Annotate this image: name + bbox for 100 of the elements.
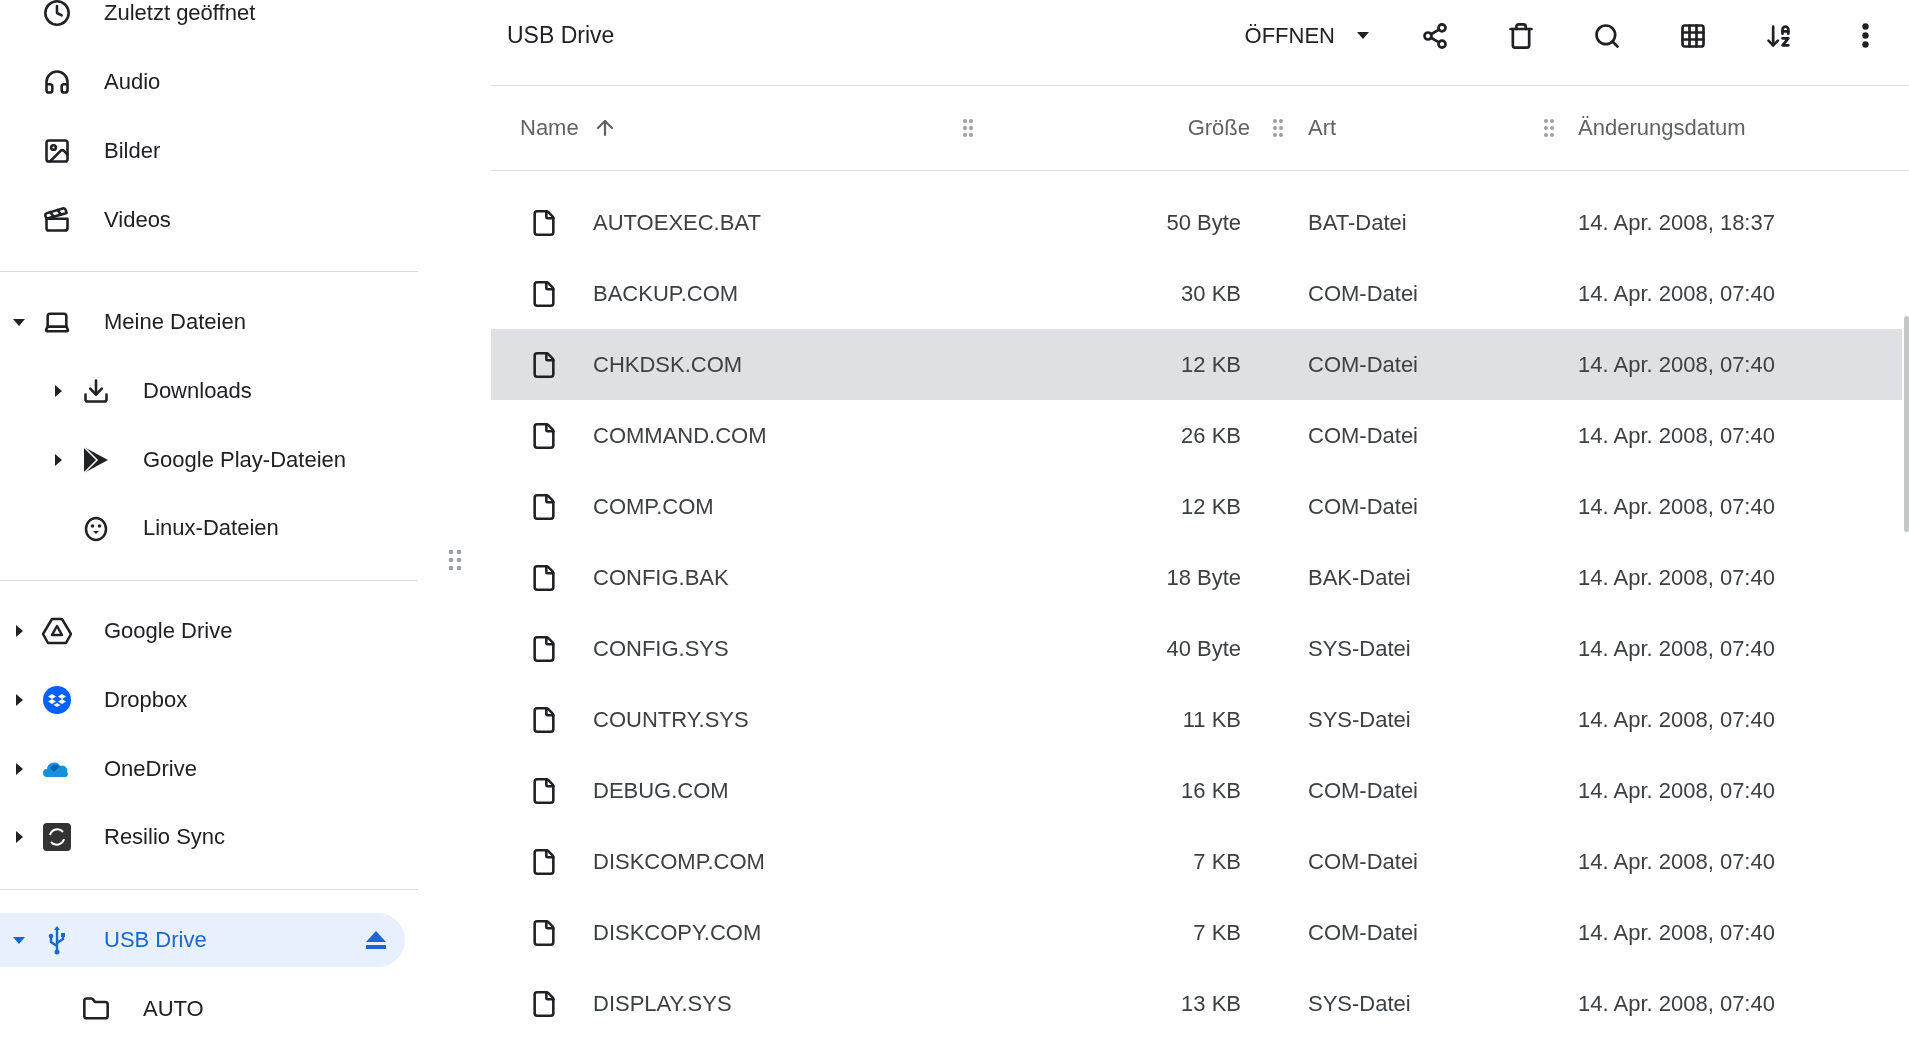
file-type: COM-Datei xyxy=(1307,280,1419,307)
file-size: 30 KB xyxy=(1180,280,1241,307)
file-size: 12 KB xyxy=(1180,351,1241,378)
file-row[interactable]: DISPLAY.SYS 13 KB SYS-Datei 14. Apr. 2008, 07:40 xyxy=(491,968,1902,1039)
file-row[interactable]: AUTOEXEC.BAT 50 Byte BAT-Datei 14. Apr. 2008, 18:37 xyxy=(491,187,1902,258)
file-icon xyxy=(530,847,558,876)
file-row[interactable]: CONFIG.BAK 18 Byte BAK-Datei 14. Apr. 2008, 07:40 xyxy=(491,542,1902,613)
column-header[interactable]: Größe xyxy=(1187,115,1250,141)
file-size: 12 KB xyxy=(1180,493,1241,520)
file-row[interactable]: COMMAND.COM 26 KB COM-Datei 14. Apr. 2008, 07:40 xyxy=(491,400,1902,471)
folder-title: USB Drive xyxy=(507,22,616,49)
drag-handle-icon[interactable] xyxy=(1543,118,1555,138)
file-type: COM-Datei xyxy=(1307,493,1419,520)
file-name: CHKDSK.COM xyxy=(593,351,744,378)
sidebar-item[interactable]: Audio xyxy=(0,54,405,110)
search-icon xyxy=(1593,21,1621,50)
sidebar-item[interactable]: Google Drive xyxy=(0,603,405,659)
file-date: 14. Apr. 2008, 18:37 xyxy=(1578,209,1776,236)
file-icon xyxy=(530,208,558,237)
sidebar-item[interactable]: Linux-Dateien xyxy=(0,501,405,556)
sidebar-item[interactable]: AUTO xyxy=(0,981,405,1037)
file-row[interactable]: CHKDSK.COM 12 KB COM-Datei 14. Apr. 2008, 07:40 xyxy=(491,329,1902,400)
trash-icon xyxy=(1507,21,1535,50)
clock-icon xyxy=(43,0,71,28)
file-size: 16 KB xyxy=(1180,777,1241,804)
file-icon xyxy=(530,279,558,308)
file-icon xyxy=(530,705,558,734)
sidebar-item[interactable]: Google Play-Dateien xyxy=(0,432,405,488)
file-row[interactable]: DISKCOPY.COM 7 KB COM-Datei 14. Apr. 2008, 07:40 xyxy=(491,897,1902,968)
file-date: 14. Apr. 2008, 07:40 xyxy=(1578,564,1776,591)
file-size: 40 Byte xyxy=(1165,635,1241,662)
image-icon xyxy=(43,136,71,165)
file-name: COUNTRY.SYS xyxy=(593,706,750,733)
sidebar-item[interactable]: Meine Dateien xyxy=(0,294,405,350)
column-header[interactable]: Änderungsdatum xyxy=(1578,115,1746,141)
share-icon xyxy=(1421,21,1449,50)
file-name: CONFIG.SYS xyxy=(593,635,730,662)
file-date: 14. Apr. 2008, 07:40 xyxy=(1578,848,1776,875)
sidebar-item[interactable]: Zuletzt geöffnet xyxy=(0,0,405,41)
file-type: BAK-Datei xyxy=(1307,564,1412,591)
drag-handle-icon[interactable] xyxy=(962,118,974,138)
open-button[interactable]: ÖFFNEN xyxy=(1232,14,1381,57)
more-vertical-icon xyxy=(1861,23,1869,48)
sync-icon xyxy=(42,822,72,853)
sidebar-item[interactable]: Downloads xyxy=(0,363,405,419)
column-header[interactable]: Art xyxy=(1308,115,1337,141)
file-size: 11 KB xyxy=(1181,706,1241,733)
file-type: COM-Datei xyxy=(1307,919,1419,946)
file-date: 14. Apr. 2008, 07:40 xyxy=(1578,635,1776,662)
file-name: DISKCOPY.COM xyxy=(593,919,763,946)
file-size: 26 KB xyxy=(1180,422,1241,449)
drag-handle-icon[interactable] xyxy=(1272,118,1284,138)
file-icon xyxy=(530,563,558,592)
file-size: 7 KB xyxy=(1192,848,1241,875)
file-type: SYS-Datei xyxy=(1307,706,1412,733)
file-type: COM-Datei xyxy=(1307,422,1419,449)
file-row[interactable]: BACKUP.COM 30 KB COM-Datei 14. Apr. 2008, 07:40 xyxy=(491,258,1902,329)
file-icon xyxy=(530,421,558,450)
file-icon xyxy=(530,634,558,663)
file-row[interactable]: COUNTRY.SYS 11 KB SYS-Datei 14. Apr. 2008, 07:40 xyxy=(491,684,1902,755)
eject-icon[interactable] xyxy=(365,930,387,950)
column-header[interactable]: Name xyxy=(520,115,617,141)
file-row[interactable]: DEBUG.COM 16 KB COM-Datei 14. Apr. 2008, 07:40 xyxy=(491,755,1902,826)
file-name: COMMAND.COM xyxy=(593,422,768,449)
file-row[interactable]: CONFIG.SYS 40 Byte SYS-Datei 14. Apr. 2008, 07:40 xyxy=(491,613,1902,684)
dropbox-icon xyxy=(42,684,72,715)
grid-icon xyxy=(1679,21,1707,50)
play-icon xyxy=(83,445,109,474)
file-date: 14. Apr. 2008, 07:40 xyxy=(1578,351,1776,378)
file-date: 14. Apr. 2008, 07:40 xyxy=(1578,777,1776,804)
resize-handle-icon[interactable] xyxy=(447,549,462,571)
sidebar-item[interactable]: USB Drive xyxy=(0,912,405,968)
download-icon xyxy=(82,376,110,405)
file-type: BAT-Datei xyxy=(1307,209,1408,236)
headphones-icon xyxy=(43,68,71,97)
sidebar-item[interactable]: Bilder xyxy=(0,123,405,179)
file-row[interactable]: DISKCOMP.COM 7 KB COM-Datei 14. Apr. 2008, 07:40 xyxy=(491,826,1902,897)
file-size: 7 KB xyxy=(1192,919,1241,946)
sidebar-item[interactable]: Dropbox xyxy=(0,672,405,728)
drive-icon xyxy=(42,617,72,646)
usb-icon xyxy=(47,925,67,955)
scrollbar[interactable] xyxy=(1904,316,1909,532)
file-date: 14. Apr. 2008, 07:40 xyxy=(1578,422,1776,449)
file-type: SYS-Datei xyxy=(1307,635,1412,662)
file-date: 14. Apr. 2008, 07:40 xyxy=(1578,280,1776,307)
sidebar-item[interactable]: OneDrive xyxy=(0,741,405,796)
file-row[interactable]: COMP.COM 12 KB COM-Datei 14. Apr. 2008, 07:40 xyxy=(491,471,1902,542)
file-name: COMP.COM xyxy=(593,493,715,520)
file-size: 13 KB xyxy=(1180,990,1241,1017)
file-name: CONFIG.BAK xyxy=(593,564,730,591)
file-date: 14. Apr. 2008, 07:40 xyxy=(1578,493,1776,520)
file-date: 14. Apr. 2008, 07:40 xyxy=(1578,919,1776,946)
file-icon xyxy=(530,989,558,1018)
file-type: COM-Datei xyxy=(1307,351,1419,378)
clapperboard-icon xyxy=(43,205,71,234)
file-date: 14. Apr. 2008, 07:40 xyxy=(1578,706,1776,733)
file-name: DEBUG.COM xyxy=(593,777,730,804)
sidebar-item[interactable]: Resilio Sync xyxy=(0,809,405,865)
sidebar-item[interactable]: Videos xyxy=(0,192,405,247)
file-size: 50 Byte xyxy=(1165,209,1241,236)
